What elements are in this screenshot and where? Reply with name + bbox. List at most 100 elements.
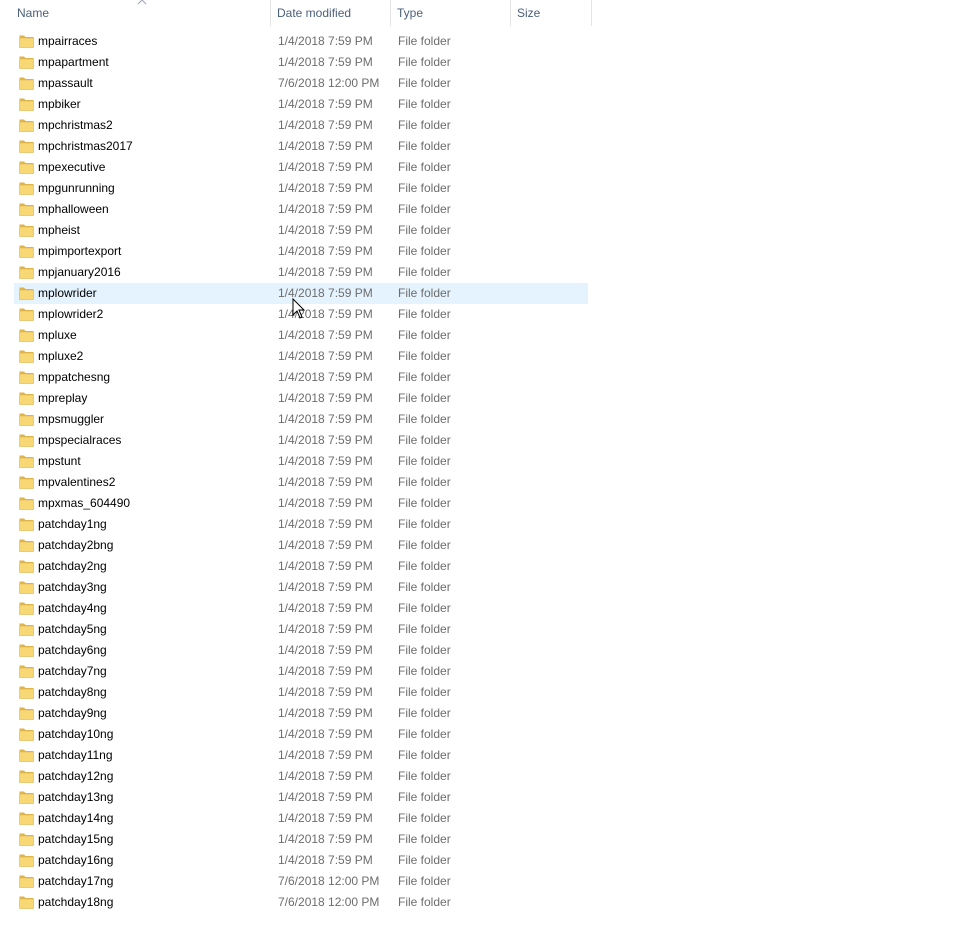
file-name: mpjanuary2016 [38, 265, 121, 279]
table-row[interactable]: patchday2ng 1/4/2018 7:59 PM File folder [14, 556, 588, 577]
folder-icon [19, 749, 34, 762]
table-row[interactable]: mpxmas_604490 1/4/2018 7:59 PM File folder [14, 493, 588, 514]
folder-icon [19, 329, 34, 342]
date-modified: 1/4/2018 7:59 PM [278, 832, 373, 846]
folder-icon [19, 539, 34, 552]
file-type: File folder [398, 349, 451, 363]
file-type: File folder [398, 538, 451, 552]
date-modified: 1/4/2018 7:59 PM [278, 391, 373, 405]
date-modified: 1/4/2018 7:59 PM [278, 727, 373, 741]
file-name: patchday2bng [38, 538, 114, 552]
date-modified: 1/4/2018 7:59 PM [278, 160, 373, 174]
file-type: File folder [398, 895, 451, 909]
table-row[interactable]: patchday12ng 1/4/2018 7:59 PM File folder [14, 766, 588, 787]
table-row[interactable]: patchday13ng 1/4/2018 7:59 PM File folder [14, 787, 588, 808]
table-row[interactable]: patchday1ng 1/4/2018 7:59 PM File folder [14, 514, 588, 535]
table-row[interactable]: mppatchesng 1/4/2018 7:59 PM File folder [14, 367, 588, 388]
file-name: mpairraces [38, 34, 98, 48]
table-row[interactable]: mpassault 7/6/2018 12:00 PM File folder [14, 73, 588, 94]
table-row[interactable]: mpluxe 1/4/2018 7:59 PM File folder [14, 325, 588, 346]
file-name: mpsmuggler [38, 412, 105, 426]
date-modified: 1/4/2018 7:59 PM [278, 685, 373, 699]
table-row[interactable]: patchday2bng 1/4/2018 7:59 PM File folder [14, 535, 588, 556]
folder-icon [19, 182, 34, 195]
file-type: File folder [398, 265, 451, 279]
folder-icon [19, 371, 34, 384]
table-row[interactable]: mpspecialraces 1/4/2018 7:59 PM File folde… [14, 430, 588, 451]
date-modified: 1/4/2018 7:59 PM [278, 34, 373, 48]
folder-icon [19, 623, 34, 636]
table-row[interactable]: patchday4ng 1/4/2018 7:59 PM File folder [14, 598, 588, 619]
file-name: patchday5ng [38, 622, 107, 636]
date-modified: 1/4/2018 7:59 PM [278, 769, 373, 783]
file-name: mplowrider [38, 286, 97, 300]
table-row[interactable]: mpchristmas2 1/4/2018 7:59 PM File folder [14, 115, 588, 136]
table-row[interactable]: patchday3ng 1/4/2018 7:59 PM File folder [14, 577, 588, 598]
column-header-date-modified[interactable]: Date modified [271, 0, 391, 26]
file-type: File folder [398, 76, 451, 90]
file-name: patchday4ng [38, 601, 107, 615]
column-header-size[interactable]: Size [511, 0, 592, 26]
table-row[interactable]: mpjanuary2016 1/4/2018 7:59 PM File folder [14, 262, 588, 283]
table-row[interactable]: patchday7ng 1/4/2018 7:59 PM File folder [14, 661, 588, 682]
table-row[interactable]: patchday11ng 1/4/2018 7:59 PM File folder [14, 745, 588, 766]
file-name: mphalloween [38, 202, 109, 216]
file-name: mpheist [38, 223, 81, 237]
table-row[interactable]: mpvalentines2 1/4/2018 7:59 PM File folder [14, 472, 588, 493]
table-row[interactable]: mpimportexport 1/4/2018 7:59 PM File folde… [14, 241, 588, 262]
table-row[interactable]: mphalloween 1/4/2018 7:59 PM File folder [14, 199, 588, 220]
file-type: File folder [398, 223, 451, 237]
file-name: mpassault [38, 76, 93, 90]
file-name: patchday14ng [38, 811, 114, 825]
file-type: File folder [398, 664, 451, 678]
table-row[interactable]: mpluxe2 1/4/2018 7:59 PM File folder [14, 346, 588, 367]
file-name: mpexecutive [38, 160, 106, 174]
table-row[interactable]: mpreplay 1/4/2018 7:59 PM File folder [14, 388, 588, 409]
file-type: File folder [398, 496, 451, 510]
table-row[interactable]: mpapartment 1/4/2018 7:59 PM File folder [14, 52, 588, 73]
file-type: File folder [398, 748, 451, 762]
folder-icon [19, 224, 34, 237]
file-type: File folder [398, 580, 451, 594]
table-row[interactable]: mpexecutive 1/4/2018 7:59 PM File folder [14, 157, 588, 178]
file-type: File folder [398, 118, 451, 132]
table-row[interactable]: mplowrider 1/4/2018 7:59 PM File folder [14, 283, 588, 304]
table-row[interactable]: patchday14ng 1/4/2018 7:59 PM File folder [14, 808, 588, 829]
table-row[interactable]: mpairraces 1/4/2018 7:59 PM File folder [14, 31, 588, 52]
file-type: File folder [398, 790, 451, 804]
folder-icon [19, 455, 34, 468]
date-modified: 1/4/2018 7:59 PM [278, 307, 373, 321]
table-row[interactable]: patchday6ng 1/4/2018 7:59 PM File folder [14, 640, 588, 661]
table-row[interactable]: mpbiker 1/4/2018 7:59 PM File folder [14, 94, 588, 115]
folder-icon [19, 497, 34, 510]
table-row[interactable]: patchday17ng 7/6/2018 12:00 PM File folder [14, 871, 588, 892]
table-row[interactable]: patchday5ng 1/4/2018 7:59 PM File folder [14, 619, 588, 640]
table-row[interactable]: patchday15ng 1/4/2018 7:59 PM File folder [14, 829, 588, 850]
date-modified: 1/4/2018 7:59 PM [278, 790, 373, 804]
folder-icon [19, 119, 34, 132]
file-type: File folder [398, 370, 451, 384]
folder-icon [19, 644, 34, 657]
table-row[interactable]: mpgunrunning 1/4/2018 7:59 PM File folder [14, 178, 588, 199]
file-type: File folder [398, 853, 451, 867]
file-explorer-list-view: Name Date modified Type Size mpairraces 1… [0, 0, 963, 926]
folder-icon [19, 245, 34, 258]
table-row[interactable]: patchday9ng 1/4/2018 7:59 PM File folder [14, 703, 588, 724]
folder-icon [19, 203, 34, 216]
date-modified: 1/4/2018 7:59 PM [278, 811, 373, 825]
file-type: File folder [398, 433, 451, 447]
table-row[interactable]: mpstunt 1/4/2018 7:59 PM File folder [14, 451, 588, 472]
table-row[interactable]: mpsmuggler 1/4/2018 7:59 PM File folder [14, 409, 588, 430]
date-modified: 1/4/2018 7:59 PM [278, 286, 373, 300]
table-row[interactable]: mplowrider2 1/4/2018 7:59 PM File folder [14, 304, 588, 325]
table-row[interactable]: mpchristmas2017 1/4/2018 7:59 PM File fold… [14, 136, 588, 157]
table-row[interactable]: patchday16ng 1/4/2018 7:59 PM File folder [14, 850, 588, 871]
table-row[interactable]: mpheist 1/4/2018 7:59 PM File folder [14, 220, 588, 241]
date-modified: 1/4/2018 7:59 PM [278, 622, 373, 636]
column-header-type[interactable]: Type [391, 0, 511, 26]
table-row[interactable]: patchday10ng 1/4/2018 7:59 PM File folder [14, 724, 588, 745]
table-row[interactable]: patchday18ng 7/6/2018 12:00 PM File folder [14, 892, 588, 913]
file-type: File folder [398, 685, 451, 699]
file-type: File folder [398, 55, 451, 69]
table-row[interactable]: patchday8ng 1/4/2018 7:59 PM File folder [14, 682, 588, 703]
